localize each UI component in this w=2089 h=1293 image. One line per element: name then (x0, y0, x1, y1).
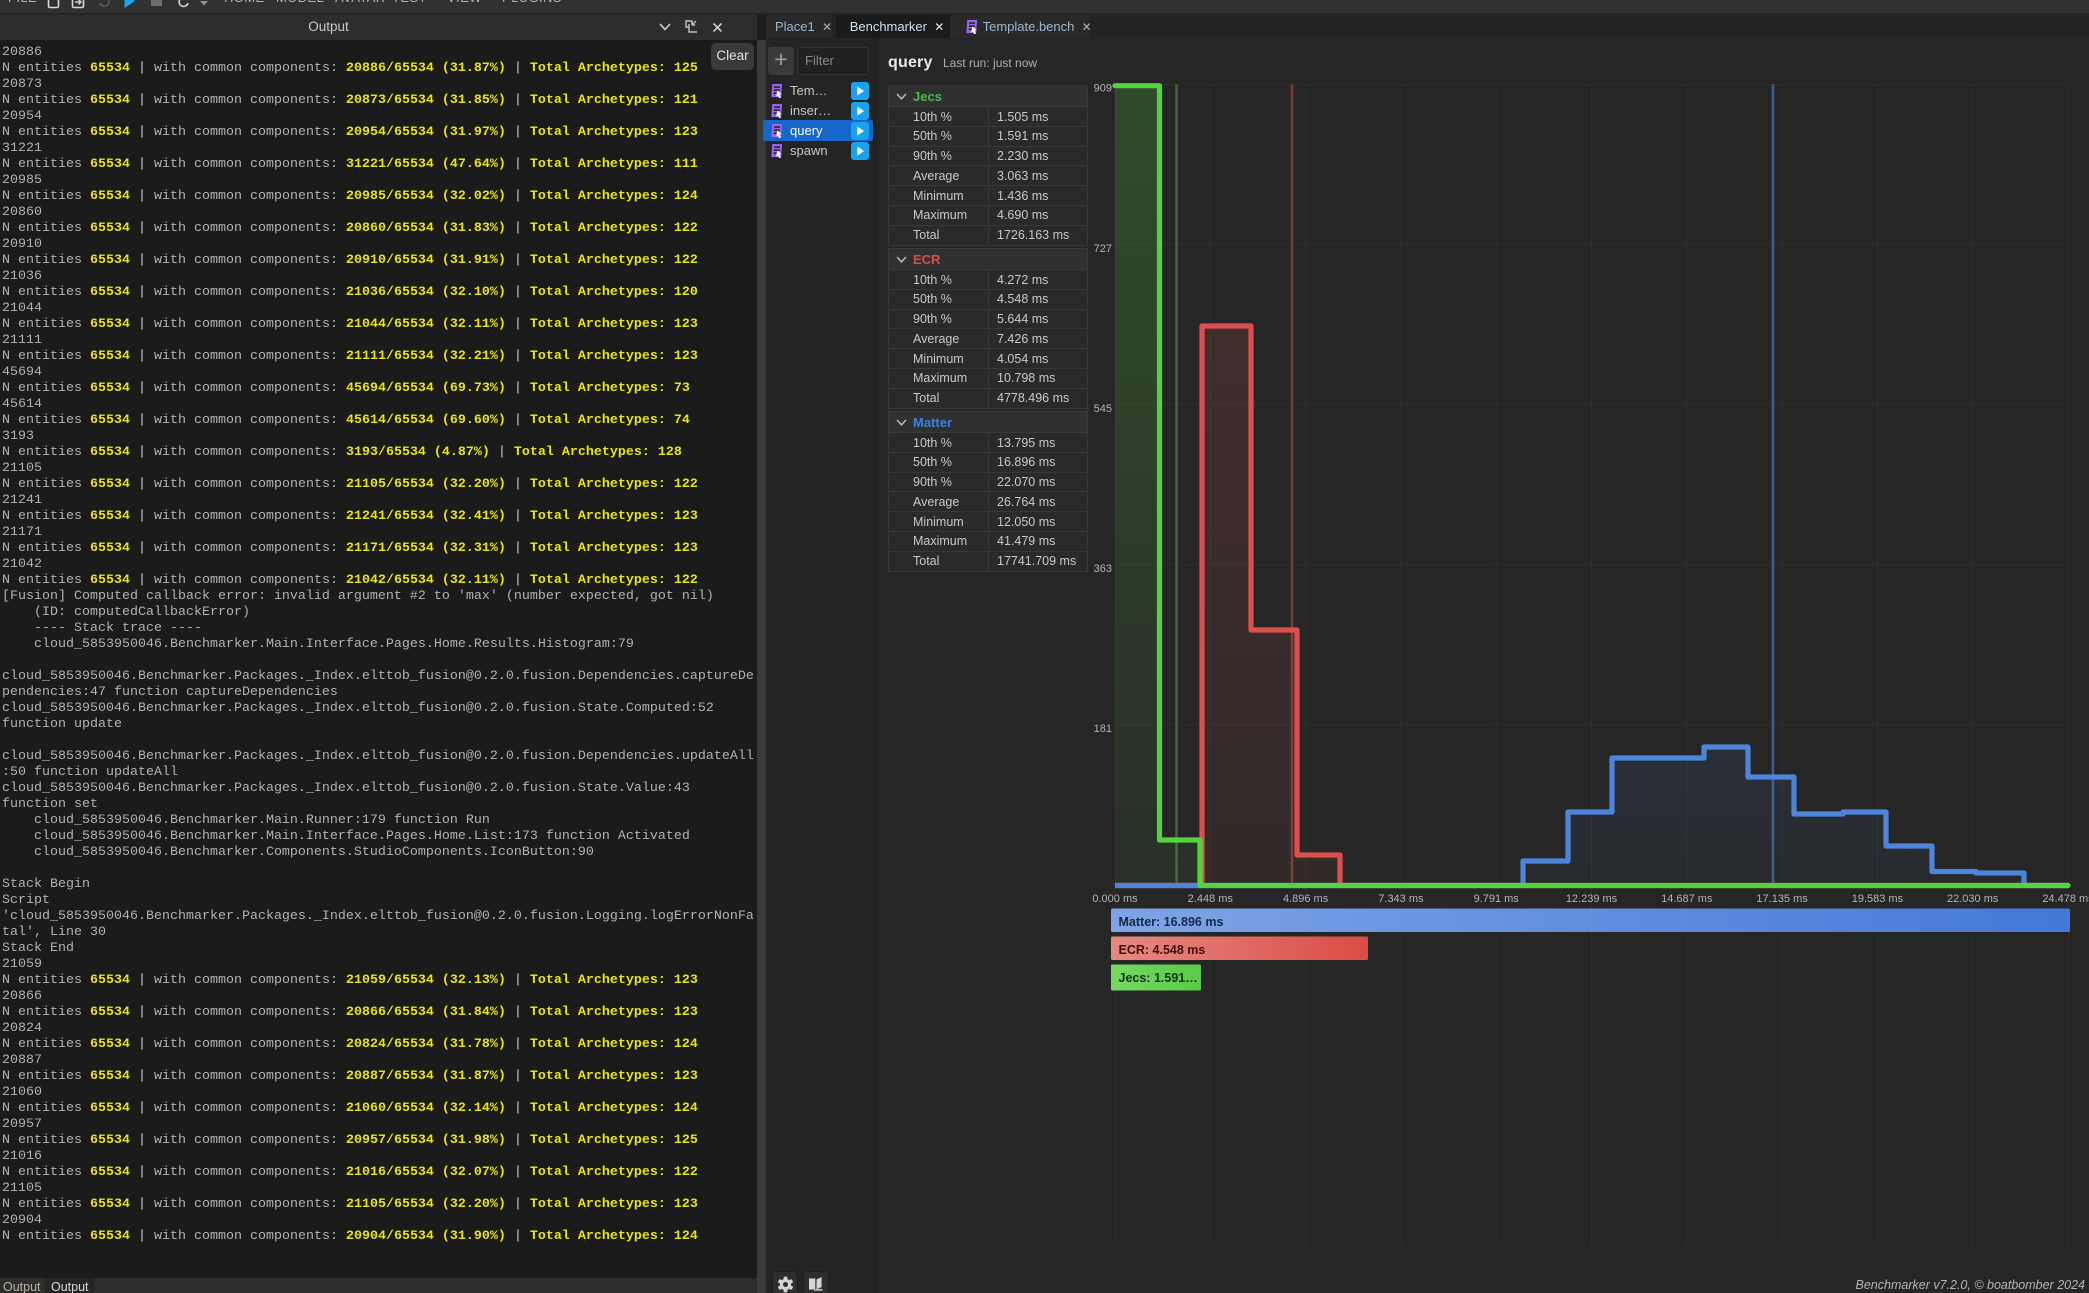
svg-text:0.000 ms: 0.000 ms (1092, 893, 1138, 905)
svg-text:727: 727 (1094, 243, 1112, 255)
svg-text:363: 363 (1094, 563, 1112, 575)
svg-text:545: 545 (1094, 403, 1112, 415)
svg-text:12.239 ms: 12.239 ms (1566, 893, 1618, 905)
svg-text:7.343 ms: 7.343 ms (1378, 893, 1424, 905)
svg-text:22.030 ms: 22.030 ms (1947, 893, 1999, 905)
svg-text:181: 181 (1094, 723, 1112, 735)
svg-text:9.791 ms: 9.791 ms (1474, 893, 1520, 905)
svg-text:2.448 ms: 2.448 ms (1188, 893, 1234, 905)
svg-text:ECR: 4.548 ms: ECR: 4.548 ms (1119, 943, 1206, 957)
svg-text:14.687 ms: 14.687 ms (1661, 893, 1713, 905)
svg-text:24.478 ms: 24.478 ms (2042, 893, 2089, 905)
svg-text:17.135 ms: 17.135 ms (1756, 893, 1808, 905)
svg-text:909: 909 (1094, 83, 1112, 95)
svg-text:4.896 ms: 4.896 ms (1283, 893, 1329, 905)
svg-text:Matter: 16.896 ms: Matter: 16.896 ms (1119, 915, 1224, 929)
svg-text:19.583 ms: 19.583 ms (1852, 893, 1904, 905)
svg-text:Jecs: 1.591…: Jecs: 1.591… (1119, 971, 1198, 985)
